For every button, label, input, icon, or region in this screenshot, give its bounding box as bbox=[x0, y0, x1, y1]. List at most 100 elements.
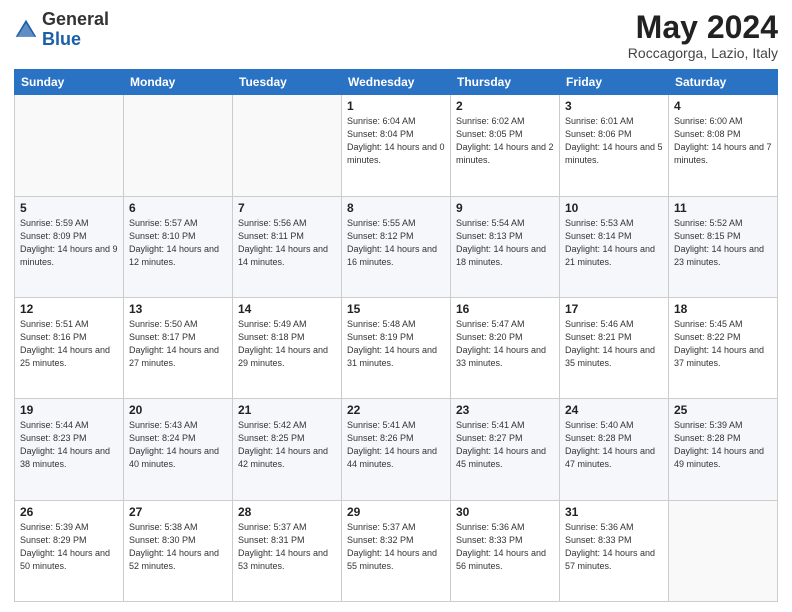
cell-info: Sunrise: 5:55 AM Sunset: 8:12 PM Dayligh… bbox=[347, 217, 445, 269]
col-header-tuesday: Tuesday bbox=[233, 70, 342, 95]
cell-info: Sunrise: 5:57 AM Sunset: 8:10 PM Dayligh… bbox=[129, 217, 227, 269]
calendar-cell: 9Sunrise: 5:54 AM Sunset: 8:13 PM Daylig… bbox=[451, 196, 560, 297]
calendar-page: General Blue May 2024 Roccagorga, Lazio,… bbox=[0, 0, 792, 612]
col-header-monday: Monday bbox=[124, 70, 233, 95]
day-number: 2 bbox=[456, 99, 554, 113]
week-row-3: 12 Sunrise: 5:51 AM Sunset: 8:16 PM Dayli… bbox=[15, 297, 778, 398]
day-number: 29 bbox=[347, 505, 445, 519]
logo-general-text: General bbox=[42, 9, 109, 29]
cell-info: Sunrise: 5:50 AM Sunset: 8:17 PM Dayligh… bbox=[129, 318, 227, 370]
day-number: 10 bbox=[565, 201, 663, 215]
day-number: 16 bbox=[456, 302, 554, 316]
calendar-cell: 30Sunrise: 5:36 AM Sunset: 8:33 PM Dayli… bbox=[451, 500, 560, 601]
day-number: 14 bbox=[238, 302, 336, 316]
calendar-cell: 13 Sunrise: 5:50 AM Sunset: 8:17 PM Dayli… bbox=[124, 297, 233, 398]
week-row-5: 26 Sunrise: 5:39 AM Sunset: 8:29 PM Dayli… bbox=[15, 500, 778, 601]
calendar-cell: 21Sunrise: 5:42 AM Sunset: 8:25 PM Dayli… bbox=[233, 399, 342, 500]
cell-info: Sunrise: 6:04 AM Sunset: 8:04 PM Dayligh… bbox=[347, 115, 445, 167]
calendar-cell: 8 Sunrise: 5:55 AM Sunset: 8:12 PM Daylig… bbox=[342, 196, 451, 297]
cell-info: Sunrise: 5:37 AM Sunset: 8:32 PM Dayligh… bbox=[347, 521, 445, 573]
cell-info: Sunrise: 5:41 AM Sunset: 8:27 PM Dayligh… bbox=[456, 419, 554, 471]
cell-info: Sunrise: 5:36 AM Sunset: 8:33 PM Dayligh… bbox=[565, 521, 663, 573]
calendar-cell bbox=[124, 95, 233, 196]
day-number: 17 bbox=[565, 302, 663, 316]
day-number: 9 bbox=[456, 201, 554, 215]
cell-info: Sunrise: 6:00 AM Sunset: 8:08 PM Dayligh… bbox=[674, 115, 772, 167]
cell-info: Sunrise: 5:40 AM Sunset: 8:28 PM Dayligh… bbox=[565, 419, 663, 471]
cell-info: Sunrise: 5:53 AM Sunset: 8:14 PM Dayligh… bbox=[565, 217, 663, 269]
cell-info: Sunrise: 5:46 AM Sunset: 8:21 PM Dayligh… bbox=[565, 318, 663, 370]
calendar-cell: 6Sunrise: 5:57 AM Sunset: 8:10 PM Daylig… bbox=[124, 196, 233, 297]
day-number: 12 bbox=[20, 302, 118, 316]
cell-info: Sunrise: 5:37 AM Sunset: 8:31 PM Dayligh… bbox=[238, 521, 336, 573]
week-row-2: 5 Sunrise: 5:59 AM Sunset: 8:09 PM Daylig… bbox=[15, 196, 778, 297]
day-number: 20 bbox=[129, 403, 227, 417]
calendar-cell: 16Sunrise: 5:47 AM Sunset: 8:20 PM Dayli… bbox=[451, 297, 560, 398]
cell-info: Sunrise: 5:38 AM Sunset: 8:30 PM Dayligh… bbox=[129, 521, 227, 573]
calendar-cell bbox=[233, 95, 342, 196]
day-number: 31 bbox=[565, 505, 663, 519]
calendar-cell: 24 Sunrise: 5:40 AM Sunset: 8:28 PM Dayli… bbox=[560, 399, 669, 500]
cell-info: Sunrise: 5:39 AM Sunset: 8:29 PM Dayligh… bbox=[20, 521, 118, 573]
calendar-cell: 14 Sunrise: 5:49 AM Sunset: 8:18 PM Dayli… bbox=[233, 297, 342, 398]
title-block: May 2024 Roccagorga, Lazio, Italy bbox=[628, 10, 778, 61]
calendar-cell: 12 Sunrise: 5:51 AM Sunset: 8:16 PM Dayli… bbox=[15, 297, 124, 398]
col-header-wednesday: Wednesday bbox=[342, 70, 451, 95]
cell-info: Sunrise: 5:48 AM Sunset: 8:19 PM Dayligh… bbox=[347, 318, 445, 370]
calendar-cell: 22 Sunrise: 5:41 AM Sunset: 8:26 PM Dayli… bbox=[342, 399, 451, 500]
calendar-cell: 18Sunrise: 5:45 AM Sunset: 8:22 PM Dayli… bbox=[669, 297, 778, 398]
cell-info: Sunrise: 5:59 AM Sunset: 8:09 PM Dayligh… bbox=[20, 217, 118, 269]
calendar-cell: 1Sunrise: 6:04 AM Sunset: 8:04 PM Daylig… bbox=[342, 95, 451, 196]
day-number: 28 bbox=[238, 505, 336, 519]
day-number: 30 bbox=[456, 505, 554, 519]
day-number: 21 bbox=[238, 403, 336, 417]
cell-info: Sunrise: 6:01 AM Sunset: 8:06 PM Dayligh… bbox=[565, 115, 663, 167]
cell-info: Sunrise: 5:56 AM Sunset: 8:11 PM Dayligh… bbox=[238, 217, 336, 269]
cell-info: Sunrise: 5:43 AM Sunset: 8:24 PM Dayligh… bbox=[129, 419, 227, 471]
day-number: 11 bbox=[674, 201, 772, 215]
calendar-cell: 27 Sunrise: 5:38 AM Sunset: 8:30 PM Dayli… bbox=[124, 500, 233, 601]
day-number: 24 bbox=[565, 403, 663, 417]
day-number: 8 bbox=[347, 201, 445, 215]
cell-info: Sunrise: 5:49 AM Sunset: 8:18 PM Dayligh… bbox=[238, 318, 336, 370]
day-number: 5 bbox=[20, 201, 118, 215]
calendar-cell: 4 Sunrise: 6:00 AM Sunset: 8:08 PM Daylig… bbox=[669, 95, 778, 196]
cell-info: Sunrise: 5:39 AM Sunset: 8:28 PM Dayligh… bbox=[674, 419, 772, 471]
day-number: 18 bbox=[674, 302, 772, 316]
cell-info: Sunrise: 6:02 AM Sunset: 8:05 PM Dayligh… bbox=[456, 115, 554, 167]
week-row-4: 19 Sunrise: 5:44 AM Sunset: 8:23 PM Dayli… bbox=[15, 399, 778, 500]
day-number: 23 bbox=[456, 403, 554, 417]
calendar-cell: 31 Sunrise: 5:36 AM Sunset: 8:33 PM Dayli… bbox=[560, 500, 669, 601]
cell-info: Sunrise: 5:41 AM Sunset: 8:26 PM Dayligh… bbox=[347, 419, 445, 471]
day-number: 13 bbox=[129, 302, 227, 316]
col-header-thursday: Thursday bbox=[451, 70, 560, 95]
col-header-sunday: Sunday bbox=[15, 70, 124, 95]
calendar-cell: 7 Sunrise: 5:56 AM Sunset: 8:11 PM Daylig… bbox=[233, 196, 342, 297]
calendar-table: SundayMondayTuesdayWednesdayThursdayFrid… bbox=[14, 69, 778, 602]
calendar-cell: 5 Sunrise: 5:59 AM Sunset: 8:09 PM Daylig… bbox=[15, 196, 124, 297]
calendar-cell: 2 Sunrise: 6:02 AM Sunset: 8:05 PM Daylig… bbox=[451, 95, 560, 196]
cell-info: Sunrise: 5:52 AM Sunset: 8:15 PM Dayligh… bbox=[674, 217, 772, 269]
day-number: 26 bbox=[20, 505, 118, 519]
location: Roccagorga, Lazio, Italy bbox=[628, 45, 778, 61]
day-number: 19 bbox=[20, 403, 118, 417]
day-number: 4 bbox=[674, 99, 772, 113]
day-number: 27 bbox=[129, 505, 227, 519]
day-number: 15 bbox=[347, 302, 445, 316]
cell-info: Sunrise: 5:44 AM Sunset: 8:23 PM Dayligh… bbox=[20, 419, 118, 471]
day-number: 22 bbox=[347, 403, 445, 417]
day-number: 25 bbox=[674, 403, 772, 417]
calendar-cell: 15 Sunrise: 5:48 AM Sunset: 8:19 PM Dayli… bbox=[342, 297, 451, 398]
cell-info: Sunrise: 5:51 AM Sunset: 8:16 PM Dayligh… bbox=[20, 318, 118, 370]
day-number: 3 bbox=[565, 99, 663, 113]
calendar-cell: 11 Sunrise: 5:52 AM Sunset: 8:15 PM Dayli… bbox=[669, 196, 778, 297]
calendar-cell: 26 Sunrise: 5:39 AM Sunset: 8:29 PM Dayli… bbox=[15, 500, 124, 601]
logo-icon bbox=[14, 18, 38, 42]
calendar-cell: 20 Sunrise: 5:43 AM Sunset: 8:24 PM Dayli… bbox=[124, 399, 233, 500]
calendar-cell: 19 Sunrise: 5:44 AM Sunset: 8:23 PM Dayli… bbox=[15, 399, 124, 500]
week-row-1: 1Sunrise: 6:04 AM Sunset: 8:04 PM Daylig… bbox=[15, 95, 778, 196]
day-number: 7 bbox=[238, 201, 336, 215]
col-header-saturday: Saturday bbox=[669, 70, 778, 95]
calendar-cell: 29 Sunrise: 5:37 AM Sunset: 8:32 PM Dayli… bbox=[342, 500, 451, 601]
header: General Blue May 2024 Roccagorga, Lazio,… bbox=[14, 10, 778, 61]
